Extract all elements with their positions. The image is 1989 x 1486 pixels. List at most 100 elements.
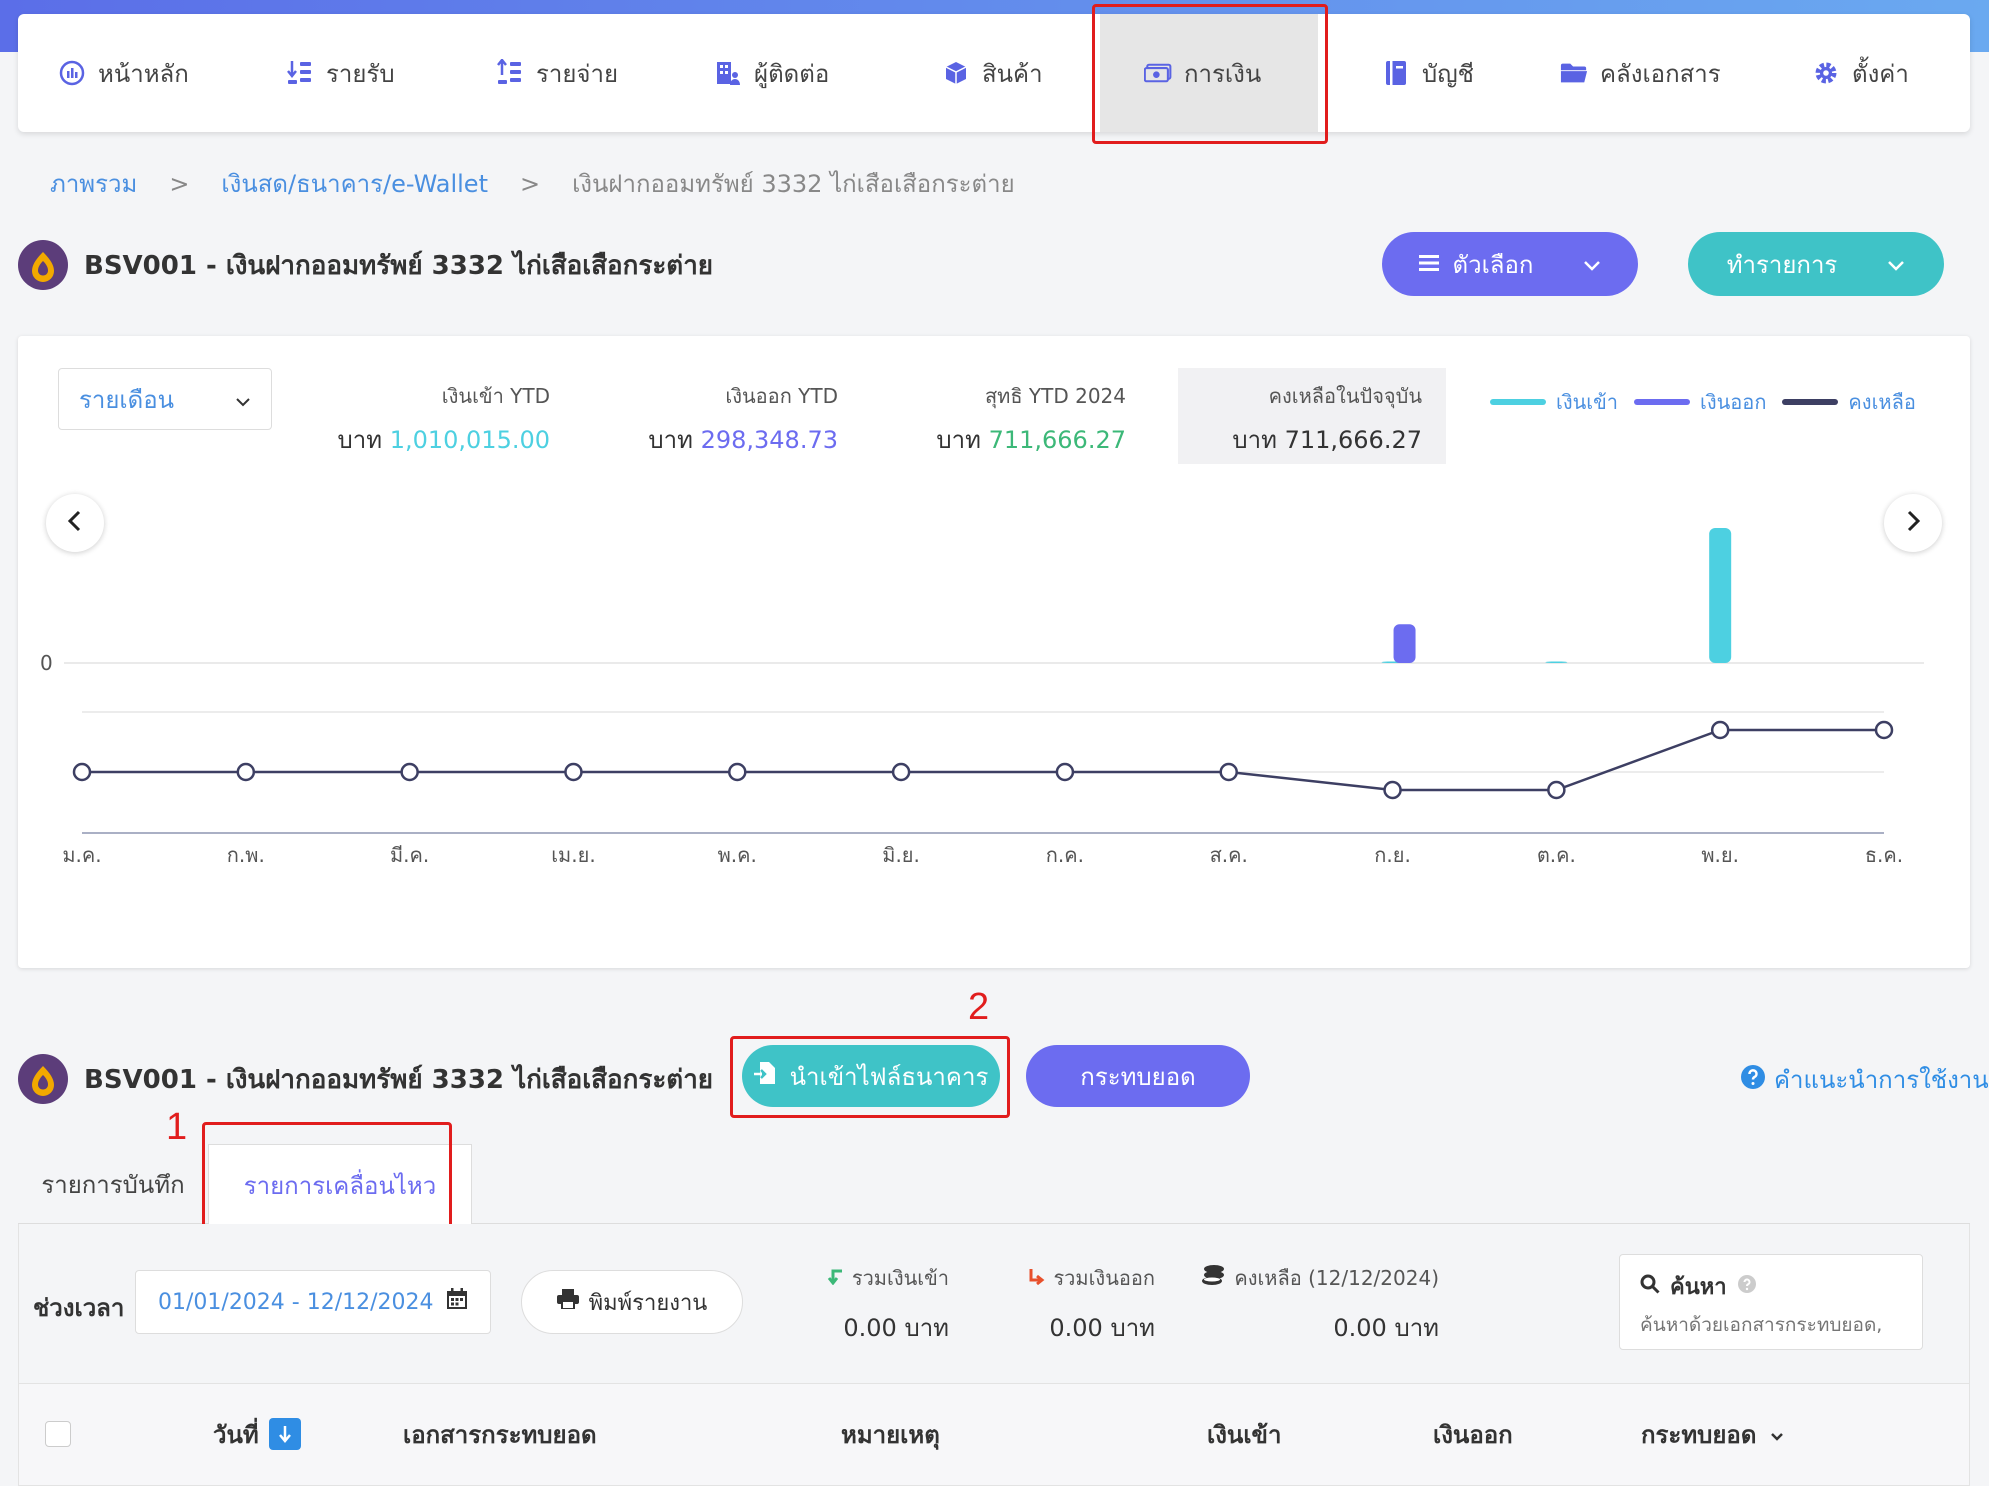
ledger-icon bbox=[1382, 59, 1410, 87]
balance-point bbox=[400, 762, 419, 782]
tab-movements[interactable]: รายการเคลื่อนไหว bbox=[208, 1144, 472, 1225]
date-range-input[interactable]: 01/01/2024 - 12/12/2024 bbox=[135, 1270, 491, 1334]
nav-item-documents[interactable]: คลังเอกสาร bbox=[1560, 14, 1750, 132]
column-header-date[interactable]: วันที่ bbox=[213, 1384, 301, 1484]
options-button[interactable]: ตัวเลือก bbox=[1382, 232, 1638, 296]
nav-label-products: สินค้า bbox=[982, 59, 1043, 88]
calendar-icon bbox=[446, 1288, 468, 1316]
search-label-row: ค้นหา bbox=[1640, 1269, 1902, 1304]
reconcile-button[interactable]: กระทบยอด bbox=[1026, 1045, 1250, 1107]
balance-point bbox=[72, 762, 92, 782]
x-tick-label: ต.ค. bbox=[1537, 843, 1576, 867]
nav-item-products[interactable]: สินค้า bbox=[942, 14, 1072, 132]
column-header-reconcile[interactable]: กระทบยอด bbox=[1641, 1384, 1784, 1484]
net-ytd-stat: สุทธิ YTD 2024 บาท 711,666.27 bbox=[906, 380, 1126, 459]
balance-value: 0.00 บาท bbox=[1333, 1314, 1439, 1342]
transactions-table-header: วันที่ เอกสารกระทบยอด หมายเหตุ เงินเข้า … bbox=[18, 1384, 1970, 1486]
coins-icon bbox=[1200, 1264, 1226, 1293]
help-link[interactable]: คำแนะนำการใช้งาน bbox=[1740, 1060, 1989, 1099]
contacts-icon bbox=[714, 59, 742, 87]
account-title: BSV001 - เงินฝากออมทรัพย์ 3332 ไก่เสือเส… bbox=[84, 1064, 714, 1095]
print-report-button[interactable]: พิมพ์รายงาน bbox=[521, 1270, 743, 1334]
chart-next-button[interactable] bbox=[1884, 494, 1942, 552]
net-ytd-label: สุทธิ YTD 2024 bbox=[984, 384, 1126, 408]
x-tick-label: มี.ค. bbox=[390, 843, 429, 867]
column-header-note[interactable]: หมายเหตุ bbox=[841, 1384, 940, 1484]
total-in-label: รวมเงินเข้า bbox=[851, 1266, 949, 1290]
select-all-checkbox-cell bbox=[45, 1384, 71, 1484]
chart-prev-button[interactable] bbox=[46, 494, 104, 552]
balance-point bbox=[236, 762, 256, 782]
balance-point bbox=[1219, 762, 1238, 782]
nav-item-contacts[interactable]: ผู้ติดต่อ bbox=[714, 14, 864, 132]
period-select[interactable]: รายเดือน bbox=[58, 368, 272, 430]
column-header-money-out[interactable]: เงินออก bbox=[1433, 1384, 1513, 1484]
import-bank-file-label: นำเข้าไฟล์ธนาคาร bbox=[789, 1062, 989, 1091]
currency-label: บาท bbox=[337, 426, 383, 454]
folder-icon bbox=[1560, 59, 1588, 87]
income-ytd-label: เงินเข้า YTD bbox=[441, 384, 550, 408]
breadcrumb-cash-bank[interactable]: เงินสด/ธนาคาร/e-Wallet bbox=[221, 164, 488, 203]
total-in-summary: รวมเงินเข้า 0.00 บาท bbox=[799, 1262, 949, 1347]
select-all-checkbox[interactable] bbox=[45, 1421, 71, 1447]
balance-point bbox=[1547, 780, 1566, 800]
breadcrumb-overview[interactable]: ภาพรวม bbox=[50, 164, 137, 203]
income-ytd-value: 1,010,015.00 bbox=[389, 426, 550, 454]
nav-label-documents: คลังเอกสาร bbox=[1600, 59, 1721, 88]
currency-label: บาท bbox=[648, 426, 693, 454]
balance-point bbox=[1874, 720, 1894, 740]
nav-label-income: รายรับ bbox=[326, 59, 395, 88]
column-header-money-in[interactable]: เงินเข้า bbox=[1207, 1384, 1281, 1484]
net-ytd-value-row: บาท 711,666.27 bbox=[906, 420, 1126, 459]
tab-records[interactable]: รายการบันทึก bbox=[18, 1144, 208, 1224]
gear-icon bbox=[1812, 59, 1840, 87]
total-out-value: 0.00 บาท bbox=[1049, 1314, 1155, 1342]
breadcrumb-separator: > bbox=[519, 169, 541, 198]
account-header-2: BSV001 - เงินฝากออมทรัพย์ 3332 ไก่เสือเส… bbox=[18, 1052, 718, 1106]
import-bank-file-button[interactable]: นำเข้าไฟล์ธนาคาร bbox=[742, 1045, 1000, 1107]
sort-down-icon[interactable] bbox=[268, 1418, 301, 1450]
currency-label: บาท bbox=[1232, 426, 1277, 454]
dashboard-icon bbox=[58, 59, 86, 87]
chevron-down-icon bbox=[235, 385, 251, 413]
expense-ytd-value-row: บาท 298,348.73 bbox=[618, 420, 838, 459]
column-header-reconcile-doc[interactable]: เอกสารกระทบยอด bbox=[403, 1384, 597, 1484]
balance-point bbox=[891, 762, 911, 782]
total-in-value: 0.00 บาท bbox=[843, 1314, 949, 1342]
nav-item-accounts[interactable]: บัญชี bbox=[1382, 14, 1502, 132]
expense-ytd-value: 298,348.73 bbox=[700, 426, 838, 454]
balance-point bbox=[1383, 780, 1402, 800]
currency-label: บาท bbox=[936, 426, 981, 454]
nav-label-home: หน้าหลัก bbox=[98, 59, 189, 88]
legend-balance-label[interactable]: คงเหลือ bbox=[1848, 386, 1915, 418]
legend-expense-label[interactable]: เงินออก bbox=[1700, 386, 1766, 418]
file-import-icon bbox=[753, 1061, 776, 1091]
nav-item-expense[interactable]: รายจ่าย bbox=[496, 14, 636, 132]
search-input[interactable] bbox=[1640, 1314, 1902, 1336]
x-tick-label: ก.ย. bbox=[1374, 843, 1411, 867]
transaction-button[interactable]: ทำรายการ bbox=[1688, 232, 1944, 296]
transaction-label: ทำรายการ bbox=[1726, 250, 1838, 279]
x-tick-label: มิ.ย. bbox=[882, 843, 920, 867]
arrow-in-icon bbox=[826, 1266, 844, 1290]
balance-point bbox=[1055, 762, 1075, 782]
nav-item-home[interactable]: หน้าหลัก bbox=[58, 14, 218, 132]
x-tick-label: ธ.ค. bbox=[1865, 843, 1903, 867]
total-out-summary: รวมเงินออก 0.00 บาท bbox=[995, 1262, 1155, 1347]
search-box[interactable]: ค้นหา bbox=[1619, 1254, 1923, 1350]
income-list-icon bbox=[286, 59, 314, 87]
x-tick-label: เม.ย. bbox=[551, 843, 595, 867]
nav-item-settings[interactable]: ตั้งค่า bbox=[1812, 14, 1932, 132]
legend-income-label[interactable]: เงินเข้า bbox=[1556, 386, 1618, 418]
current-balance-value-row: บาท 711,666.27 bbox=[1178, 420, 1422, 459]
x-tick-label: ม.ค. bbox=[62, 843, 101, 867]
legend-swatch-income bbox=[1490, 399, 1546, 405]
help-circle-icon bbox=[1737, 1274, 1757, 1300]
balance-point bbox=[1710, 720, 1730, 740]
chevron-right-icon bbox=[1905, 507, 1921, 540]
nav-item-finance[interactable]: การเงิน bbox=[1100, 14, 1318, 132]
balance-label: คงเหลือ (12/12/2024) bbox=[1234, 1266, 1439, 1290]
nav-item-income[interactable]: รายรับ bbox=[286, 14, 426, 132]
total-in-label-row: รวมเงินเข้า bbox=[799, 1262, 949, 1294]
period-label: ช่วงเวลา bbox=[33, 1294, 125, 1322]
